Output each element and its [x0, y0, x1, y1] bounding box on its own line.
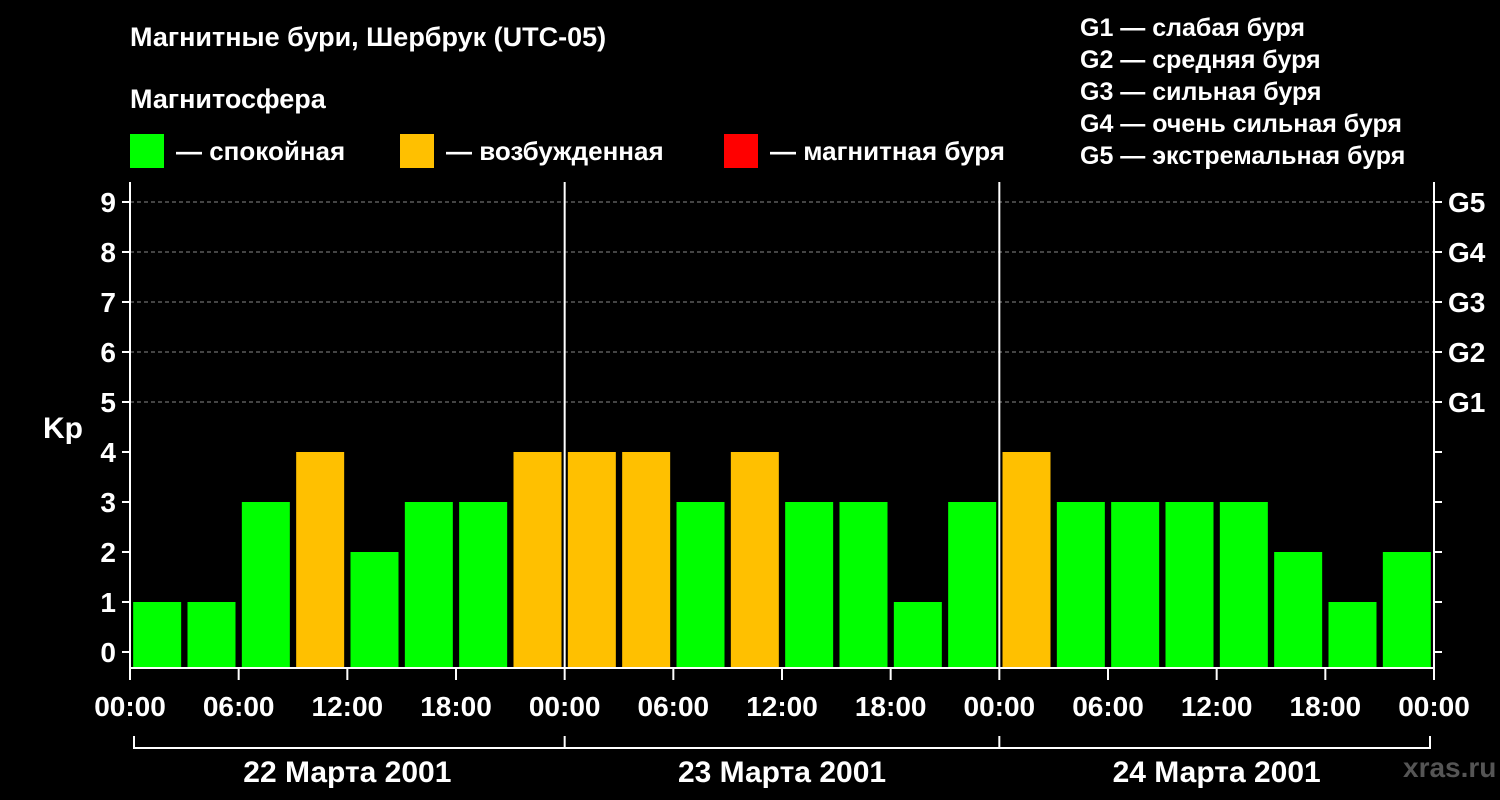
y-tick-label: 6 — [100, 337, 116, 368]
kp-bar — [404, 502, 453, 668]
kp-bar — [1219, 502, 1268, 668]
day-label: 22 Марта 2001 — [243, 756, 451, 789]
kp-bar — [893, 602, 942, 668]
x-tick-label: 18:00 — [420, 691, 492, 722]
storm-level-tick-label: G2 — [1448, 337, 1485, 368]
kp-bar — [1056, 502, 1105, 668]
kp-bar — [1002, 452, 1051, 668]
x-tick-label: 12:00 — [312, 691, 384, 722]
y-tick-label: 3 — [100, 487, 116, 518]
kp-bar — [1274, 552, 1323, 668]
x-tick-label: 06:00 — [1072, 691, 1144, 722]
y-tick-label: 1 — [100, 587, 116, 618]
watermark: xras.ru — [1403, 752, 1497, 783]
kp-chart: 0 1 2 3 4 5 6 7 8 9 G1 G2 G3 G4 G5 Kp 00:00 06:00 12:00 18:… — [43, 182, 1486, 789]
kp-bar — [622, 452, 671, 668]
storm-level-tick-label: G4 — [1448, 237, 1486, 268]
day-label: 24 Марта 2001 — [1113, 756, 1321, 789]
x-tick-label: 18:00 — [855, 691, 927, 722]
kp-bar — [187, 602, 236, 668]
y-tick-label: 0 — [100, 637, 116, 668]
kp-bar — [459, 502, 508, 668]
x-tick-label: 06:00 — [638, 691, 710, 722]
kp-bar — [730, 452, 779, 668]
y-tick-label: 7 — [100, 287, 116, 318]
storm-level-tick-label: G3 — [1448, 287, 1485, 318]
y-tick-label: 4 — [100, 437, 116, 468]
y-axis-label: Kp — [43, 412, 83, 445]
x-tick-label: 00:00 — [1398, 691, 1470, 722]
kp-bar — [296, 452, 345, 668]
x-tick-label: 00:00 — [529, 691, 601, 722]
x-tick-label: 18:00 — [1290, 691, 1362, 722]
day-label: 23 Марта 2001 — [678, 756, 886, 789]
kp-bar — [676, 502, 725, 668]
y-tick-label: 8 — [100, 237, 116, 268]
y-tick-label: 9 — [100, 187, 116, 218]
kp-bar — [948, 502, 997, 668]
kp-bar — [1328, 602, 1377, 668]
y-tick-label: 5 — [100, 387, 116, 418]
kp-bar — [513, 452, 562, 668]
kp-bar — [1165, 502, 1214, 668]
x-tick-label: 12:00 — [1181, 691, 1253, 722]
kp-bar — [839, 502, 888, 668]
kp-bar — [350, 552, 399, 668]
x-tick-label: 00:00 — [964, 691, 1036, 722]
kp-bar — [1382, 552, 1431, 668]
storm-level-tick-label: G1 — [1448, 387, 1485, 418]
y-tick-label: 2 — [100, 537, 116, 568]
x-tick-label: 12:00 — [746, 691, 818, 722]
kp-bar — [1111, 502, 1160, 668]
kp-bar — [241, 502, 290, 668]
kp-bar — [567, 452, 616, 668]
kp-bar — [133, 602, 182, 668]
kp-bar — [785, 502, 834, 668]
x-tick-label: 00:00 — [94, 691, 166, 722]
x-tick-label: 06:00 — [203, 691, 275, 722]
storm-level-tick-label: G5 — [1448, 187, 1485, 218]
